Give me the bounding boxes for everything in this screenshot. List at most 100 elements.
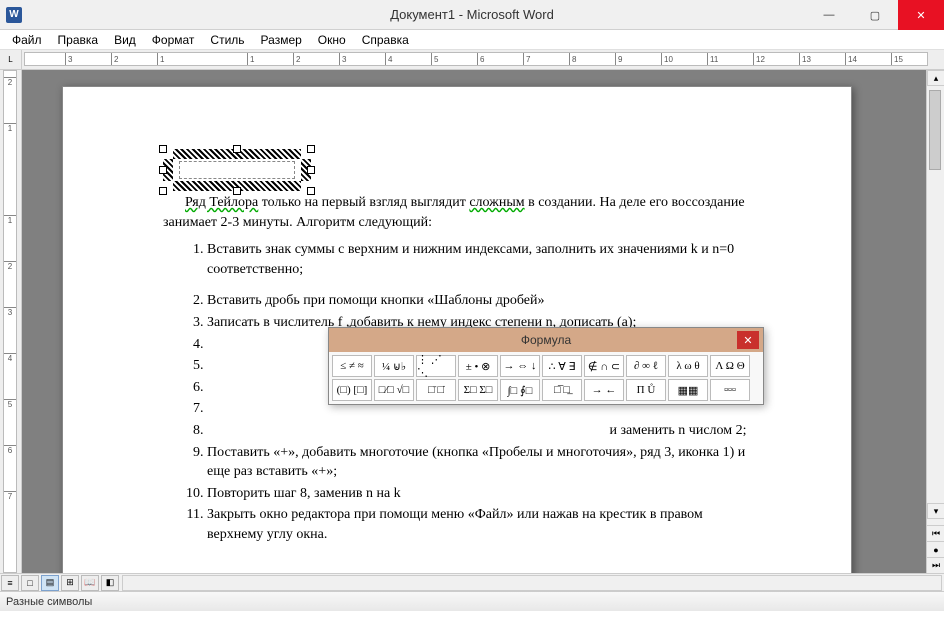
formula-titlebar[interactable]: Формула ✕ [329, 328, 763, 352]
ruler-mark: 15 [891, 53, 903, 65]
ruler-mark: 4 [385, 53, 392, 65]
formula-tool-spaces[interactable]: ¼ ⊌♭ [374, 355, 414, 377]
title-bar: W Документ1 - Microsoft Word — ▢ ✕ [0, 0, 944, 30]
ruler-mark: 3 [339, 53, 346, 65]
app-icon: W [6, 7, 22, 23]
ruler-corner: L [0, 50, 22, 69]
ruler-mark: 7 [523, 53, 530, 65]
vruler-mark: 6 [4, 445, 16, 455]
formula-tool-overbar[interactable]: □̅ □̲ [542, 379, 582, 401]
intro-sq: сложным [469, 195, 524, 210]
vruler-mark: 2 [4, 261, 16, 271]
menu-edit[interactable]: Правка [50, 31, 107, 49]
document-area[interactable]: Ряд Тейлора только на первый взгляд выгл… [22, 70, 926, 573]
horizontal-scrollbar[interactable] [122, 575, 942, 591]
steps-list: Вставить знак суммы с верхним и нижним и… [207, 240, 751, 279]
window-title: Документ1 - Microsoft Word [390, 7, 554, 22]
ruler-mark: 3 [65, 53, 72, 65]
equation-field[interactable] [179, 161, 295, 179]
vruler-mark: 2 [4, 77, 16, 87]
formula-close-button[interactable]: ✕ [737, 331, 759, 349]
formula-tool-fences[interactable]: (□) [□] [332, 379, 372, 401]
formula-tool-greek-lower[interactable]: λ ω θ [668, 355, 708, 377]
formula-tool-set[interactable]: ∉ ∩ ⊂ [584, 355, 624, 377]
window-controls: — ▢ ✕ [806, 0, 944, 29]
step-item: Повторить шаг 8, заменив n на k [207, 484, 751, 504]
horizontal-ruler[interactable]: 3 2 1 1 2 3 4 5 6 7 8 9 10 11 12 13 14 1… [24, 52, 928, 66]
intro-prefix: Ряд Тейлора [185, 195, 258, 210]
menu-window[interactable]: Окно [310, 31, 354, 49]
step-item: Поставить «+», добавить многоточие (кноп… [207, 443, 751, 482]
view-normal-button[interactable]: ≡ [1, 575, 19, 591]
formula-tool-summation[interactable]: Σ□ Σ□ [458, 379, 498, 401]
horizontal-ruler-area: L 3 2 1 1 2 3 4 5 6 7 8 9 10 11 12 13 14… [0, 50, 944, 70]
formula-window[interactable]: Формула ✕ ≤ ≠ ≈ ¼ ⊌♭ ⋮ ⋰ ⋱ ± • ⊗ → ⇔ ↓ ∴… [328, 327, 764, 405]
formula-tool-matrix[interactable]: ▦▦ [668, 379, 708, 401]
scroll-up-arrow[interactable]: ▴ [927, 70, 944, 86]
formula-tool-subsuper[interactable]: □̄ □̇ [416, 379, 456, 401]
ruler-mark: 10 [661, 53, 673, 65]
vertical-ruler[interactable]: 2 1 1 2 3 4 5 6 7 [0, 70, 22, 573]
prev-page-button[interactable]: ⏮ [927, 525, 944, 541]
formula-title: Формула [521, 333, 571, 347]
ruler-mark: 6 [477, 53, 484, 65]
vruler-mark: 4 [4, 353, 16, 363]
formula-toolbar: ≤ ≠ ≈ ¼ ⊌♭ ⋮ ⋰ ⋱ ± • ⊗ → ⇔ ↓ ∴ ∀ ∃ ∉ ∩ ⊂… [329, 352, 763, 404]
equation-object[interactable] [163, 149, 311, 191]
formula-tool-logical[interactable]: ∴ ∀ ∃ [542, 355, 582, 377]
formula-tool-integral[interactable]: ∫□ ∮□ [500, 379, 540, 401]
next-page-button[interactable]: ⏭ [927, 557, 944, 573]
view-web-button[interactable]: □ [21, 575, 39, 591]
vertical-scrollbar[interactable]: ▴ ▾ ⏮ ● ⏭ [926, 70, 944, 573]
status-text: Разные символы [6, 596, 92, 608]
intro-paragraph: Ряд Тейлора только на первый взгляд выгл… [163, 193, 751, 232]
vruler-mark: 7 [4, 491, 16, 501]
view-reading-button[interactable]: 📖 [81, 575, 99, 591]
vruler-mark: 1 [4, 215, 16, 225]
view-print-button[interactable]: ▤ [41, 575, 59, 591]
maximize-button[interactable]: ▢ [852, 0, 898, 30]
formula-tool-embellish[interactable]: ⋮ ⋰ ⋱ [416, 355, 456, 377]
horizontal-scroll-area: ≡ □ ▤ ⊞ 📖 ◧ [0, 573, 944, 591]
step-item: Вставить дробь при помощи кнопки «Шаблон… [207, 291, 751, 311]
formula-tool-fractions[interactable]: □⁄□ √□ [374, 379, 414, 401]
menu-file[interactable]: Файл [4, 31, 50, 49]
formula-tool-arrows[interactable]: → ⇔ ↓ [500, 355, 540, 377]
formula-tool-operators[interactable]: ± • ⊗ [458, 355, 498, 377]
view-outline-button[interactable]: ⊞ [61, 575, 79, 591]
formula-tool-labeled-arrow[interactable]: → ← [584, 379, 624, 401]
ruler-mark: 13 [799, 53, 811, 65]
ruler-mark: 1 [157, 53, 164, 65]
vruler-mark: 3 [4, 307, 16, 317]
step-item: Закрыть окно редактора при помощи меню «… [207, 505, 751, 544]
browse-object-button[interactable]: ● [927, 541, 944, 557]
menu-view[interactable]: Вид [106, 31, 144, 49]
ruler-mark: 2 [111, 53, 118, 65]
close-button[interactable]: ✕ [898, 0, 944, 30]
menu-style[interactable]: Стиль [202, 31, 252, 49]
vruler-mark: 1 [4, 123, 16, 133]
formula-tool-relations[interactable]: ≤ ≠ ≈ [332, 355, 372, 377]
minimize-button[interactable]: — [806, 0, 852, 30]
vruler-mark: 5 [4, 399, 16, 409]
ruler-mark: 5 [431, 53, 438, 65]
menu-help[interactable]: Справка [354, 31, 417, 49]
menu-size[interactable]: Размер [253, 31, 310, 49]
formula-tool-greek-upper[interactable]: Λ Ω Θ [710, 355, 750, 377]
status-bar: Разные символы [0, 591, 944, 611]
scroll-thumb[interactable] [929, 90, 941, 170]
formula-tool-products[interactable]: Π Ů [626, 379, 666, 401]
ruler-mark: 11 [707, 53, 718, 65]
workspace: 2 1 1 2 3 4 5 6 7 [0, 70, 944, 573]
ruler-mark: 1 [247, 53, 254, 65]
formula-tool-misc[interactable]: ∂ ∞ ℓ [626, 355, 666, 377]
menu-format[interactable]: Формат [144, 31, 203, 49]
intro-mid: только на первый взгляд выглядит [258, 195, 469, 210]
ruler-mark: 12 [753, 53, 765, 65]
step-item: и заменить n числом 2; [207, 421, 751, 441]
view-draft-button[interactable]: ◧ [101, 575, 119, 591]
menu-bar: Файл Правка Вид Формат Стиль Размер Окно… [0, 30, 944, 50]
scroll-down-arrow[interactable]: ▾ [927, 503, 944, 519]
ruler-mark: 2 [293, 53, 300, 65]
formula-tool-boxes[interactable]: ▫▫▫ [710, 379, 750, 401]
